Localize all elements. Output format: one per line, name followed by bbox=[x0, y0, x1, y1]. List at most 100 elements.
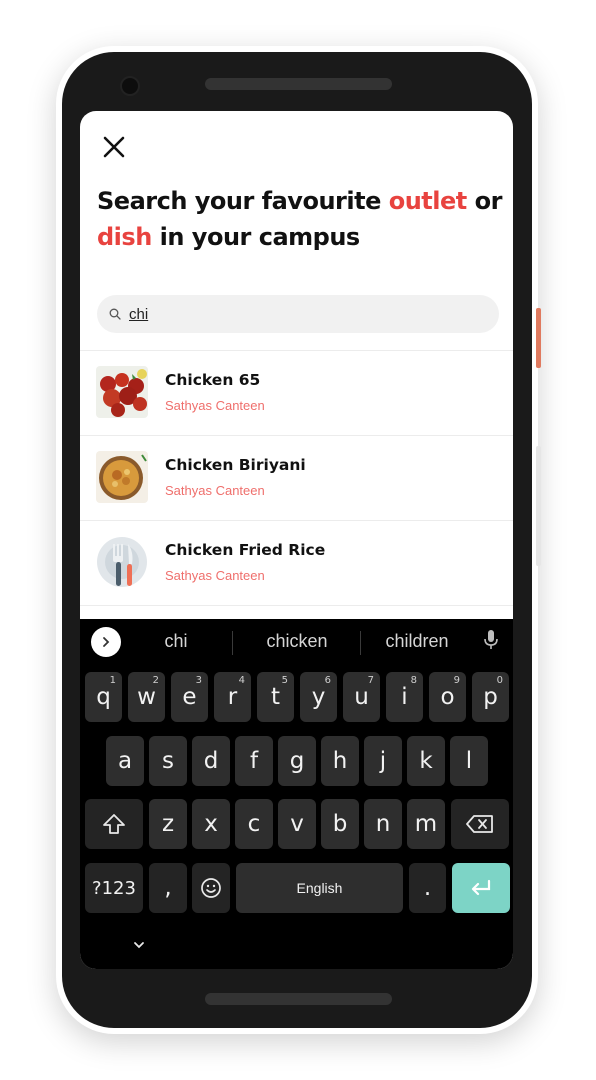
key-hint: 8 bbox=[410, 675, 417, 686]
list-item[interactable]: Chicken Fried Rice Sathyas Canteen bbox=[80, 521, 513, 605]
on-screen-keyboard: chi chicken children q1 w2 e3 r4 t5 y6 u… bbox=[80, 619, 513, 969]
microphone-button[interactable] bbox=[484, 629, 498, 656]
item-outlet: Sathyas Canteen bbox=[165, 398, 265, 413]
bottom-speaker bbox=[205, 993, 392, 1005]
key-label: p bbox=[483, 684, 498, 710]
key-k[interactable]: k bbox=[407, 736, 445, 786]
key-s[interactable]: s bbox=[149, 736, 187, 786]
key-n[interactable]: n bbox=[364, 799, 402, 849]
backspace-key[interactable] bbox=[451, 799, 509, 849]
key-label: w bbox=[137, 684, 156, 710]
expand-suggestions-button[interactable] bbox=[91, 627, 121, 657]
heading-accent-dish: dish bbox=[97, 223, 152, 251]
shift-key[interactable] bbox=[85, 799, 143, 849]
app-screen: Search your favourite outlet or dish in … bbox=[80, 111, 513, 969]
key-b[interactable]: b bbox=[321, 799, 359, 849]
key-m[interactable]: m bbox=[407, 799, 445, 849]
space-key[interactable]: English bbox=[236, 863, 403, 913]
power-button bbox=[536, 308, 541, 368]
comma-key[interactable]: , bbox=[149, 863, 187, 913]
emoji-key[interactable] bbox=[192, 863, 230, 913]
front-camera bbox=[120, 76, 140, 96]
enter-arrow-icon bbox=[471, 879, 491, 896]
close-button[interactable] bbox=[98, 131, 130, 163]
key-h[interactable]: h bbox=[321, 736, 359, 786]
suggestion-chip[interactable]: chi bbox=[132, 631, 220, 652]
chevron-down-icon bbox=[134, 942, 144, 949]
heading-accent-outlet: outlet bbox=[388, 187, 468, 215]
key-a[interactable]: a bbox=[106, 736, 144, 786]
key-o[interactable]: o9 bbox=[429, 672, 466, 722]
key-r[interactable]: r4 bbox=[214, 672, 251, 722]
search-input[interactable] bbox=[129, 305, 429, 323]
key-j[interactable]: j bbox=[364, 736, 402, 786]
symbols-key[interactable]: ?123 bbox=[85, 863, 143, 913]
key-hint: 4 bbox=[238, 675, 245, 686]
backspace-icon bbox=[466, 815, 493, 833]
key-z[interactable]: z bbox=[149, 799, 187, 849]
biriyani-image bbox=[96, 451, 148, 503]
suggestion-divider bbox=[360, 631, 361, 655]
chevron-right-icon bbox=[103, 637, 110, 647]
key-q[interactable]: q1 bbox=[85, 672, 122, 722]
key-y[interactable]: y6 bbox=[300, 672, 337, 722]
search-bar[interactable] bbox=[97, 295, 499, 333]
heading-text: or bbox=[466, 187, 503, 215]
key-hint: 2 bbox=[152, 675, 159, 686]
key-label: y bbox=[311, 684, 326, 710]
key-label: e bbox=[182, 684, 197, 710]
key-w[interactable]: w2 bbox=[128, 672, 165, 722]
key-label: o bbox=[440, 684, 455, 710]
suggestion-chip[interactable]: chicken bbox=[248, 631, 346, 652]
suggestion-strip: chi chicken children bbox=[80, 619, 513, 665]
enter-key[interactable] bbox=[452, 863, 510, 913]
key-v[interactable]: v bbox=[278, 799, 316, 849]
key-label: r bbox=[227, 684, 238, 710]
search-icon bbox=[109, 308, 121, 320]
period-key[interactable]: . bbox=[409, 863, 446, 913]
microphone-icon bbox=[484, 630, 498, 649]
cutlery-placeholder-icon bbox=[96, 536, 148, 588]
item-outlet: Sathyas Canteen bbox=[165, 483, 265, 498]
key-hint: 1 bbox=[109, 675, 116, 686]
key-l[interactable]: l bbox=[450, 736, 488, 786]
item-name: Chicken 65 bbox=[165, 371, 261, 389]
page-title: Search your favourite outlet or dish in … bbox=[97, 183, 507, 255]
close-icon bbox=[103, 136, 125, 158]
key-t[interactable]: t5 bbox=[257, 672, 294, 722]
key-hint: 7 bbox=[367, 675, 374, 686]
earpiece-speaker bbox=[205, 78, 392, 90]
key-label: u bbox=[354, 684, 369, 710]
suggestion-chip[interactable]: children bbox=[370, 631, 464, 652]
item-outlet: Sathyas Canteen bbox=[165, 568, 265, 583]
key-i[interactable]: i8 bbox=[386, 672, 423, 722]
key-d[interactable]: d bbox=[192, 736, 230, 786]
list-item[interactable]: Chicken Biriyani Sathyas Canteen bbox=[80, 436, 513, 520]
key-hint: 9 bbox=[453, 675, 460, 686]
divider bbox=[80, 605, 513, 606]
key-label: i bbox=[401, 684, 408, 710]
item-name: Chicken Fried Rice bbox=[165, 541, 326, 559]
volume-button bbox=[536, 446, 541, 566]
hide-keyboard-button[interactable] bbox=[132, 937, 146, 955]
key-e[interactable]: e3 bbox=[171, 672, 208, 722]
key-x[interactable]: x bbox=[192, 799, 230, 849]
list-item[interactable]: Chicken 65 Sathyas Canteen bbox=[80, 351, 513, 435]
chicken-65-image bbox=[96, 366, 148, 418]
heading-text: Search your favourite bbox=[97, 187, 389, 215]
key-hint: 5 bbox=[281, 675, 288, 686]
key-hint: 6 bbox=[324, 675, 331, 686]
key-g[interactable]: g bbox=[278, 736, 316, 786]
shift-icon bbox=[103, 814, 125, 834]
suggestion-divider bbox=[232, 631, 233, 655]
item-name: Chicken Biriyani bbox=[165, 456, 306, 474]
heading-text: in your campus bbox=[151, 223, 361, 251]
key-p[interactable]: p0 bbox=[472, 672, 509, 722]
key-hint: 3 bbox=[195, 675, 202, 686]
key-c[interactable]: c bbox=[235, 799, 273, 849]
key-label: t bbox=[270, 684, 281, 710]
key-f[interactable]: f bbox=[235, 736, 273, 786]
emoji-icon bbox=[201, 878, 221, 898]
key-u[interactable]: u7 bbox=[343, 672, 380, 722]
key-label: q bbox=[96, 684, 111, 710]
